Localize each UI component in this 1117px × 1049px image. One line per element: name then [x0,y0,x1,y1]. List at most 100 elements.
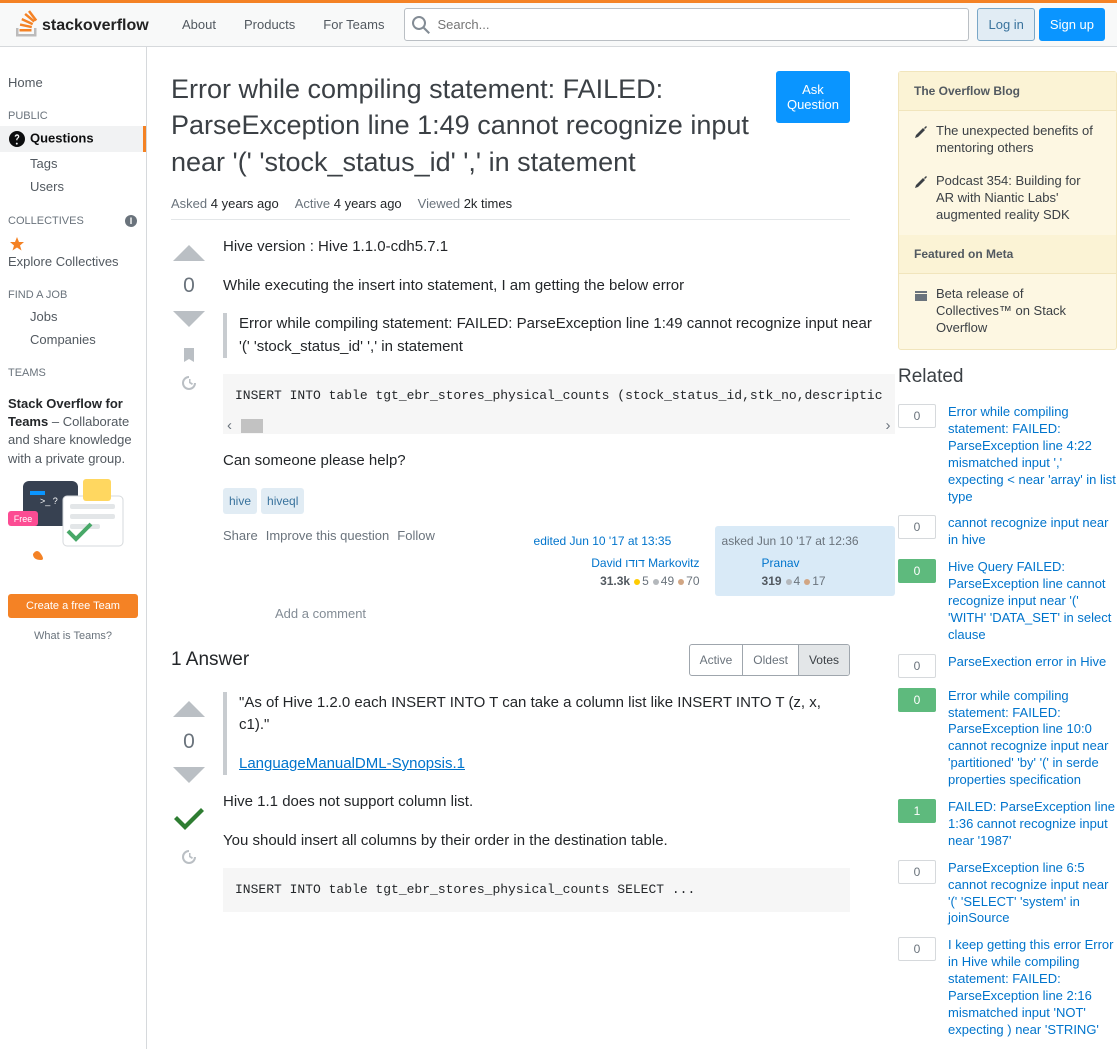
related-score: 0 [898,688,936,712]
blog-header: The Overflow Blog [899,72,1116,111]
owner-name[interactable]: Pranav [762,556,800,570]
create-team-button[interactable]: Create a free Team [8,594,138,618]
asked-label: Asked [171,196,207,211]
owner-rep: 319 [762,574,782,588]
nav-teams[interactable]: For Teams [311,11,396,38]
blog-item[interactable]: Podcast 354: Building for AR with Nianti… [899,165,1116,232]
editor-name[interactable]: David דודו Markovitz [591,556,699,570]
related-item[interactable]: 1 FAILED: ParseException line 1:36 cannot… [898,799,1117,850]
tab-active[interactable]: Active [690,645,743,675]
sidebar-public-label: PUBLIC [0,94,146,126]
sidebar-explore[interactable]: Explore Collectives [0,232,146,273]
sidebar-tags[interactable]: Tags [30,156,138,171]
related-score: 0 [898,937,936,961]
upvote-icon[interactable] [171,692,207,728]
upvote-icon[interactable] [171,236,207,272]
active-label: Active [295,196,330,211]
downvote-icon[interactable] [171,300,207,336]
related-link[interactable]: ParseException line 6:5 cannot recognize… [948,860,1117,928]
sidebar-collectives-label: COLLECTIVESi [0,198,146,232]
related-item[interactable]: 0 Hive Query FAILED: ParseException line … [898,559,1117,643]
related-header: Related [898,366,1117,388]
login-button[interactable]: Log in [977,8,1034,41]
add-comment[interactable]: Add a comment [275,604,895,624]
related-score: 0 [898,654,936,678]
related-score: 1 [898,799,936,823]
sidebar-home[interactable]: Home [8,75,142,90]
tab-votes[interactable]: Votes [798,645,849,675]
question-code: INSERT INTO table tgt_ebr_stores_physica… [223,374,895,418]
signup-button[interactable]: Sign up [1039,8,1105,41]
related-score: 0 [898,559,936,583]
tag-hive[interactable]: hive [223,488,257,514]
answers-count: 1 Answer [171,649,249,671]
meta-header: Featured on Meta [899,235,1116,274]
related-item[interactable]: 0 ParseException line 6:5 cannot recogniz… [898,860,1117,928]
improve-link[interactable]: Improve this question [266,526,390,546]
downvote-icon[interactable] [171,756,207,792]
tab-oldest[interactable]: Oldest [742,645,798,675]
question-blockquote: Error while compiling statement: FAILED:… [239,313,883,358]
nav-products[interactable]: Products [232,11,307,38]
answer-link[interactable]: LanguageManualDML-Synopsis.1 [239,755,465,772]
scroll-indicator[interactable]: ‹› [223,418,895,434]
svg-text:Free: Free [14,514,33,524]
sidebar-users[interactable]: Users [30,179,138,194]
related-link[interactable]: ParseExection error in Hive [948,654,1117,671]
related-item[interactable]: 0 ParseExection error in Hive [898,654,1117,678]
related-link[interactable]: Error while compiling statement: FAILED:… [948,404,1117,505]
svg-text:stackoverflow: stackoverflow [42,17,149,34]
related-link[interactable]: FAILED: ParseException line 1:36 cannot … [948,799,1117,850]
history-icon[interactable] [180,374,198,392]
related-link[interactable]: Hive Query FAILED: ParseException line c… [948,559,1117,643]
asked-value: 4 years ago [211,196,279,211]
editor-rep: 31.3k [600,574,630,588]
edited-time[interactable]: edited Jun 10 '17 at 13:35 [534,534,672,548]
question-p1: Hive version : Hive 1.1.0-cdh5.7.1 [223,236,895,259]
related-item[interactable]: 0 cannot recognize input near in hive [898,515,1117,549]
answer-p2: You should insert all columns by their o… [223,830,850,853]
related-link[interactable]: I keep getting this error Error in Hive … [948,937,1117,1038]
related-link[interactable]: Error while compiling statement: FAILED:… [948,688,1117,789]
question-p3: Can someone please help? [223,450,895,473]
search-icon [412,16,430,34]
pencil-icon [914,175,928,189]
sidebar-jobs[interactable]: Jobs [30,309,138,324]
svg-text:i: i [130,216,133,226]
question-title: Error while compiling statement: FAILED:… [171,71,776,180]
sidebar-teams-label: TEAMS [0,351,146,383]
logo[interactable]: stackoverflow [12,10,162,40]
nav-about[interactable]: About [170,11,228,38]
blog-item[interactable]: The unexpected benefits of mentoring oth… [899,115,1116,165]
svg-text:>_ ?: >_ ? [40,496,58,506]
answer-vote-count: 0 [183,730,195,754]
related-item[interactable]: 0 Error while compiling statement: FAILED… [898,404,1117,505]
sidebar-companies[interactable]: Companies [30,332,138,347]
viewed-label: Viewed [418,196,460,211]
share-link[interactable]: Share [223,526,258,546]
star-icon [8,236,26,254]
related-item[interactable]: 0 Error while compiling statement: FAILED… [898,688,1117,789]
tag-hiveql[interactable]: hiveql [261,488,304,514]
what-teams-link[interactable]: What is Teams? [0,630,146,642]
answer-code: INSERT INTO table tgt_ebr_stores_physica… [223,868,850,912]
teams-illustration: >_ ? Free [8,476,138,566]
search-input[interactable] [404,8,969,41]
related-score: 0 [898,404,936,428]
related-item[interactable]: 0 I keep getting this error Error in Hive… [898,937,1117,1038]
related-link[interactable]: cannot recognize input near in hive [948,515,1117,549]
related-score: 0 [898,515,936,539]
related-score: 0 [898,860,936,884]
meta-icon [914,288,928,302]
ask-question-button[interactable]: Ask Question [776,71,850,123]
bookmark-icon[interactable] [180,346,198,364]
info-icon: i [124,214,138,228]
history-icon[interactable] [180,848,198,866]
answer-p1: Hive 1.1 does not support column list. [223,791,850,814]
sidebar-questions[interactable]: Questions [0,126,146,152]
meta-item[interactable]: Beta release of Collectives™ on Stack Ov… [899,278,1116,345]
accepted-check-icon [171,802,207,838]
question-p2: While executing the insert into statemen… [223,275,895,298]
viewed-value: 2k times [464,196,512,211]
follow-link[interactable]: Follow [397,526,435,546]
